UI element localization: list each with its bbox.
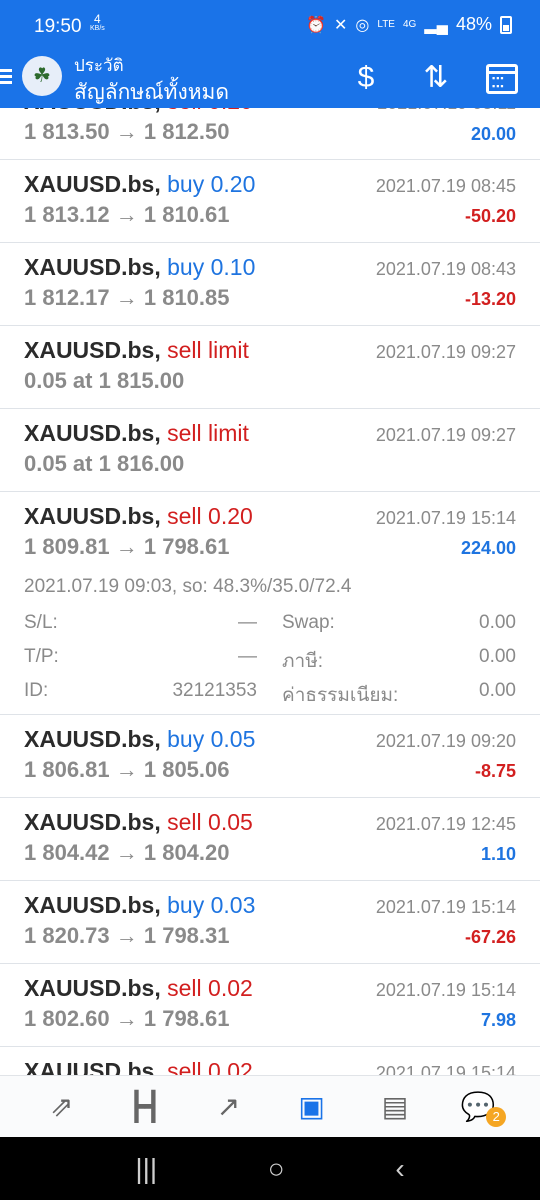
list-item[interactable]: XAUUSD.bs, sell 0.02 2021.07.19 15:14 bbox=[0, 1047, 540, 1075]
battery-icon bbox=[500, 15, 512, 34]
list-item[interactable]: XAUUSD.bs, buy 0.03 1 820.73 → 1 798.31 … bbox=[0, 881, 540, 964]
signal-icon: ▂▄ bbox=[424, 16, 448, 34]
system-navigation-bar: ||| ○ ‹ bbox=[0, 1137, 540, 1200]
list-item-expanded[interactable]: XAUUSD.bs, sell 0.20 1 809.81 → 1 798.61… bbox=[0, 492, 540, 715]
network-4g-icon: 4G bbox=[402, 19, 417, 30]
list-item[interactable]: XAUUSD.bs, buy 0.20 1 813.12 → 1 810.61 … bbox=[0, 160, 540, 243]
list-item[interactable]: XAUUSD.bs, sell limit 0.05 at 1 815.00 2… bbox=[0, 326, 540, 409]
status-icons: ⏰ ✕ ◎ LTE 4G ▂▄ 48% bbox=[306, 14, 512, 35]
bottom-navigation: ⇗ ┣┫ ↗ ▣ ▤ 💬 2 bbox=[0, 1075, 540, 1137]
status-bar: 19:50 4 KB/s ⏰ ✕ ◎ LTE 4G ▂▄ 48% bbox=[0, 0, 540, 48]
history-inbox-icon[interactable]: ▣ bbox=[292, 1087, 332, 1127]
detail-open-time: 2021.07.19 09:03, so: 48.3%/35.0/72.4 bbox=[24, 576, 352, 597]
trend-icon[interactable]: ↗ bbox=[208, 1087, 248, 1127]
list-item[interactable]: XAUUSD.bs, buy 0.05 1 806.81 → 1 805.06 … bbox=[0, 715, 540, 798]
volte-icon: LTE bbox=[377, 19, 395, 30]
top-bar: 19:50 4 KB/s ⏰ ✕ ◎ LTE 4G ▂▄ 48% ☘ ประวั… bbox=[0, 0, 540, 108]
list-item[interactable]: XAUUSD.bs, sell 0.02 1 802.60 → 1 798.61… bbox=[0, 964, 540, 1047]
appbar-actions: $ ⇅ bbox=[346, 58, 526, 98]
status-time: 19:50 bbox=[34, 16, 82, 37]
history-list[interactable]: XAUUSD.bs, sell 0.20 1 813.50 → 1 812.50… bbox=[0, 80, 540, 1075]
app-bar: ☘ ประวัติ สัญลักษณ์ทั้งหมด $ ⇅ bbox=[0, 48, 540, 108]
detail-grid: S/L: — Swap: 0.00 T/P: — ภาษี: 0.00 ID: … bbox=[24, 612, 516, 706]
sort-icon[interactable]: ⇅ bbox=[416, 58, 456, 98]
app-subtitle: ประวัติ bbox=[74, 56, 124, 75]
news-icon[interactable]: ▤ bbox=[375, 1087, 415, 1127]
chart-candles-icon[interactable]: ┣┫ bbox=[125, 1087, 165, 1127]
recent-apps-icon[interactable]: ||| bbox=[135, 1153, 157, 1185]
alarm-icon: ⏰ bbox=[306, 16, 326, 34]
mute-icon: ✕ bbox=[334, 16, 348, 34]
menu-icon[interactable] bbox=[0, 66, 14, 88]
list-item[interactable]: XAUUSD.bs, sell 0.05 1 804.42 → 1 804.20… bbox=[0, 798, 540, 881]
hotspot-icon: ◎ bbox=[355, 16, 370, 34]
app-title[interactable]: สัญลักษณ์ทั้งหมด bbox=[74, 76, 229, 109]
list-item[interactable]: XAUUSD.bs, buy 0.10 1 812.17 → 1 810.85 … bbox=[0, 243, 540, 326]
calendar-icon bbox=[486, 64, 518, 94]
app-logo: ☘ bbox=[22, 56, 62, 96]
network-speed: 4 KB/s bbox=[90, 12, 105, 32]
battery-percent: 48% bbox=[455, 14, 492, 34]
chat-badge: 2 bbox=[486, 1106, 507, 1127]
back-icon[interactable]: ‹ bbox=[395, 1153, 404, 1185]
trade-icon[interactable]: ⇗ bbox=[42, 1087, 82, 1127]
home-icon[interactable]: ○ bbox=[268, 1153, 285, 1185]
chat-icon[interactable]: 💬 2 bbox=[458, 1087, 507, 1127]
currency-exchange-icon[interactable]: $ bbox=[346, 58, 386, 98]
calendar-button[interactable] bbox=[486, 58, 526, 98]
list-item[interactable]: XAUUSD.bs, sell limit 0.05 at 1 816.00 2… bbox=[0, 409, 540, 492]
